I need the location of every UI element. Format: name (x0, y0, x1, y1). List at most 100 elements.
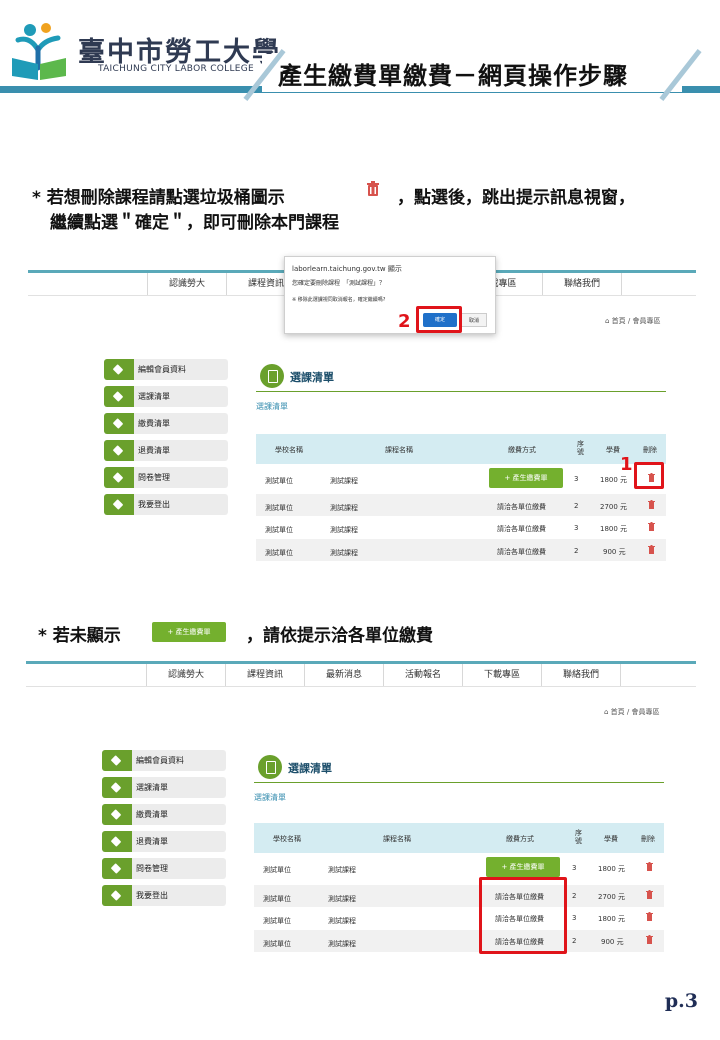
page-number: p.3 (664, 990, 698, 1012)
cell-school: 測試單位 (265, 504, 293, 512)
trash-icon[interactable] (646, 862, 653, 871)
th-serial: 序號 (575, 829, 582, 845)
trash-icon[interactable] (646, 912, 653, 921)
th-course: 課程名稱 (385, 446, 413, 454)
sidebar-item-edit-profile[interactable]: 編輯會員資料 (104, 359, 228, 380)
sidebar-item-course-list[interactable]: 選課清單 (102, 777, 226, 798)
dialog-message: 您確定要刪除課程 「測試課程」？ (292, 280, 386, 287)
nav-item-contact[interactable]: 聯絡我們 (543, 273, 622, 295)
generate-bill-button-sample: + 產生繳費單 (152, 622, 226, 642)
th-school: 學校名稱 (275, 446, 303, 454)
trash-icon[interactable] (648, 500, 655, 509)
sidebar-item-survey[interactable]: 問卷管理 (104, 467, 228, 488)
instruction-delete-line1b: ，點選後，跳出提示訊息視窗， (397, 188, 635, 208)
sidebar-item-payment-list[interactable]: 繳費清單 (104, 413, 228, 434)
tag-icon (104, 440, 134, 461)
cell-fee: 1800 元 (600, 525, 628, 533)
cell-school: 測試單位 (265, 477, 293, 485)
cell-serial: 3 (574, 524, 579, 532)
sidebar-item-logout[interactable]: 我要登出 (104, 494, 228, 515)
th-payment: 繳費方式 (508, 446, 536, 454)
cell-fee: 2700 元 (598, 893, 626, 901)
cell-serial: 2 (572, 937, 577, 945)
sidebar-item-refund-list[interactable]: 退費清單 (104, 440, 228, 461)
th-delete: 刪除 (643, 446, 657, 454)
breadcrumb[interactable]: ⌂ 首頁 / 會員專區 (605, 316, 660, 326)
sidebar-item-refund-list[interactable]: 退費清單 (102, 831, 226, 852)
cell-serial: 2 (574, 502, 579, 510)
th-serial: 序號 (577, 440, 584, 456)
table-header (254, 823, 664, 853)
sidebar-item-course-list[interactable]: 選課清單 (104, 386, 228, 407)
dialog-warning: ※ 移除此選課視同取消報名，確定繼續嗎? (292, 297, 386, 303)
tag-icon (104, 386, 134, 407)
th-fee: 學費 (606, 446, 620, 454)
section-title: 選課清單 (290, 371, 334, 384)
sidebar-item-logout[interactable]: 我要登出 (102, 885, 226, 906)
generate-bill-button[interactable]: + 產生繳費單 (489, 468, 563, 488)
page-title: 產生繳費單繳費－網頁操作步驟 (278, 61, 628, 90)
th-course: 課程名稱 (383, 835, 411, 843)
cell-serial: 3 (572, 864, 577, 872)
th-school: 學校名稱 (273, 835, 301, 843)
cell-course: 測試課程 (328, 895, 356, 903)
nav-item-course[interactable]: 課程資訊 (226, 664, 305, 686)
instruction-nobutton-a: * 若未顯示 (38, 626, 121, 646)
section-title: 選課清單 (288, 762, 332, 775)
cell-fee: 1800 元 (600, 476, 628, 484)
cell-course: 測試課程 (328, 917, 356, 925)
cell-course: 測試課程 (328, 940, 356, 948)
trash-icon[interactable] (648, 545, 655, 554)
step-marker-2: 2 (398, 311, 411, 332)
trash-icon[interactable] (646, 890, 653, 899)
trash-icon (367, 181, 379, 196)
top-nav-2: 認識勞大 課程資訊 最新消息 活動報名 下載專區 聯絡我們 (146, 664, 621, 686)
cell-course: 測試課程 (328, 866, 356, 874)
tag-icon (102, 777, 132, 798)
college-name-english: TAICHUNG CITY LABOR COLLEGE (98, 64, 255, 74)
cell-course: 測試課程 (330, 549, 358, 557)
cell-school: 測試單位 (263, 917, 291, 925)
section-subtitle: 選課清單 (254, 793, 286, 802)
cell-fee: 900 元 (601, 938, 624, 946)
trash-icon[interactable] (648, 522, 655, 531)
nav-bottom-line (26, 686, 696, 687)
tag-icon (104, 359, 134, 380)
sidebar-item-survey[interactable]: 問卷管理 (102, 858, 226, 879)
tag-icon (104, 413, 134, 434)
highlight-payment-notes (479, 877, 567, 954)
tag-icon (104, 494, 134, 515)
cell-serial: 3 (572, 914, 577, 922)
cell-school: 測試單位 (263, 895, 291, 903)
cell-fee: 900 元 (603, 548, 626, 556)
breadcrumb-text: 首頁 / 會員專區 (610, 708, 660, 716)
cell-school: 測試單位 (265, 526, 293, 534)
breadcrumb[interactable]: ⌂ 首頁 / 會員專區 (604, 707, 659, 717)
sidebar-item-edit-profile[interactable]: 編輯會員資料 (102, 750, 226, 771)
generate-bill-button[interactable]: + 產生繳費單 (486, 857, 560, 877)
trash-icon[interactable] (646, 935, 653, 944)
nav-item-event[interactable]: 活動報名 (384, 664, 463, 686)
breadcrumb-text: 首頁 / 會員專區 (611, 317, 661, 325)
cell-fee: 2700 元 (600, 503, 628, 511)
cell-payment-note: 請洽各單位繳費 (497, 525, 546, 533)
cell-serial: 2 (572, 892, 577, 900)
nav-item-contact[interactable]: 聯絡我們 (542, 664, 621, 686)
cell-course: 測試課程 (330, 526, 358, 534)
nav-item-about[interactable]: 認識勞大 (147, 273, 227, 295)
instruction-nobutton-b: ，請依提示洽各單位繳費 (246, 626, 433, 646)
nav-item-news[interactable]: 最新消息 (305, 664, 384, 686)
th-fee: 學費 (604, 835, 618, 843)
course-list-icon (260, 364, 284, 388)
highlight-trash (634, 462, 664, 489)
nav-item-download[interactable]: 下載專區 (463, 664, 542, 686)
confirm-cancel-button[interactable]: 取消 (461, 313, 487, 327)
th-delete: 刪除 (641, 835, 655, 843)
tag-icon (102, 858, 132, 879)
cell-school: 測試單位 (265, 549, 293, 557)
cell-serial: 2 (574, 547, 579, 555)
nav-item-about[interactable]: 認識勞大 (146, 664, 226, 686)
highlight-ok-button (416, 306, 462, 333)
sidebar-item-payment-list[interactable]: 繳費清單 (102, 804, 226, 825)
cell-payment-note: 請洽各單位繳費 (497, 503, 546, 511)
